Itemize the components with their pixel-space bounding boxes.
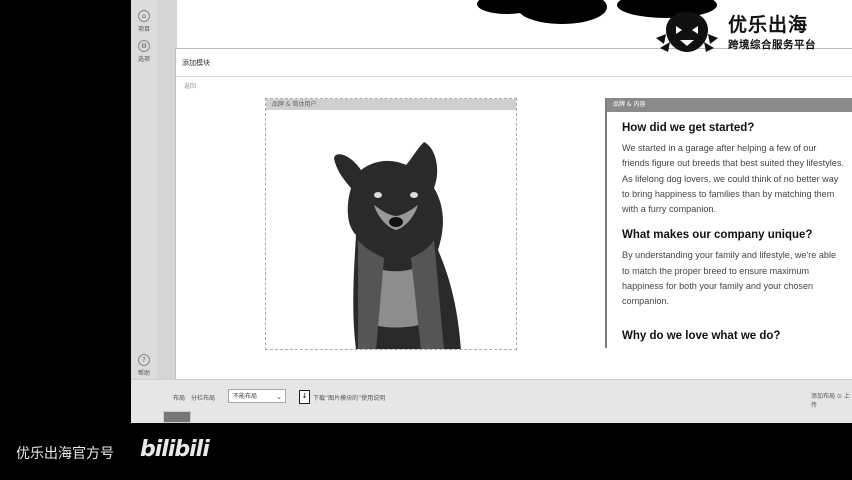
sidebar-item-label: 选项: [137, 56, 150, 63]
back-link[interactable]: 返回: [184, 81, 196, 90]
panel-header: 品牌 & 简体用户: [266, 99, 516, 110]
sidebar-item-project[interactable]: ⌂ 项目: [134, 10, 154, 33]
bilibili-logo: bilibili: [140, 437, 210, 462]
select-value: 不能布局: [233, 393, 258, 400]
brand-subtitle: 跨境综合服务平台: [728, 39, 816, 51]
panel-header: 品牌 & 内容: [607, 98, 852, 112]
lion-logo-icon: [656, 12, 718, 52]
layout-label: 布局: [173, 395, 186, 402]
download-icon[interactable]: ↓: [299, 390, 310, 404]
sidebar-item-label: 项目: [137, 26, 150, 33]
dog-image: [334, 142, 461, 349]
chevron-down-icon: ⌄: [276, 393, 282, 401]
left-sidebar: ⌂ 项目 ⚙ 选项 ? 帮助 ⏻ 退出: [131, 0, 158, 422]
download-link[interactable]: 下载“图片模块的”使用说明: [313, 393, 385, 402]
divider: [176, 76, 852, 77]
settings-icon: ⚙: [138, 40, 150, 52]
dialog-title: 添加模块: [182, 59, 210, 67]
sidebar-item-help[interactable]: ? 帮助: [134, 354, 154, 377]
channel-watermark: 优乐出海官方号: [16, 446, 114, 462]
section-heading: How did we get started?: [622, 122, 755, 134]
taskbar-button[interactable]: [163, 411, 191, 423]
home-icon: ⌂: [138, 10, 150, 22]
layout-select[interactable]: 不能布局 ⌄: [228, 389, 286, 403]
add-layout-link[interactable]: 添加布局 ⊙ 上传: [811, 391, 852, 409]
image-module-panel[interactable]: 品牌 & 简体用户: [265, 98, 517, 350]
sidebar-item-label: 帮助: [137, 370, 150, 377]
brand-name: 优乐出海: [728, 14, 809, 36]
bottom-toolbar: 布局 分栏布局 不能布局 ⌄ ↓ 下载“图片模块的”使用说明 添加布局 ⊙ 上传: [131, 379, 852, 423]
text-module-panel[interactable]: 品牌 & 内容 How did we get started? We start…: [605, 98, 852, 348]
panel-strip: [157, 0, 177, 422]
brand-logo: 优乐出海 跨境综合服务平台: [652, 8, 852, 60]
add-module-dialog: 添加模块 返回 品牌 & 简体用户 品牌 & 内容 How did we get…: [175, 48, 852, 380]
text-content: How did we get started? We started in a …: [607, 112, 852, 343]
section-body: We started in a garage after helping a f…: [622, 143, 844, 215]
section-body: By understanding your family and lifesty…: [622, 250, 837, 307]
help-icon: ?: [138, 354, 150, 366]
section-heading: What makes our company unique?: [622, 229, 813, 242]
section-heading: Why do we love what we do?: [622, 329, 781, 342]
sidebar-item-options[interactable]: ⚙ 选项: [134, 40, 154, 63]
layout-type-label: 分栏布局: [191, 395, 216, 402]
